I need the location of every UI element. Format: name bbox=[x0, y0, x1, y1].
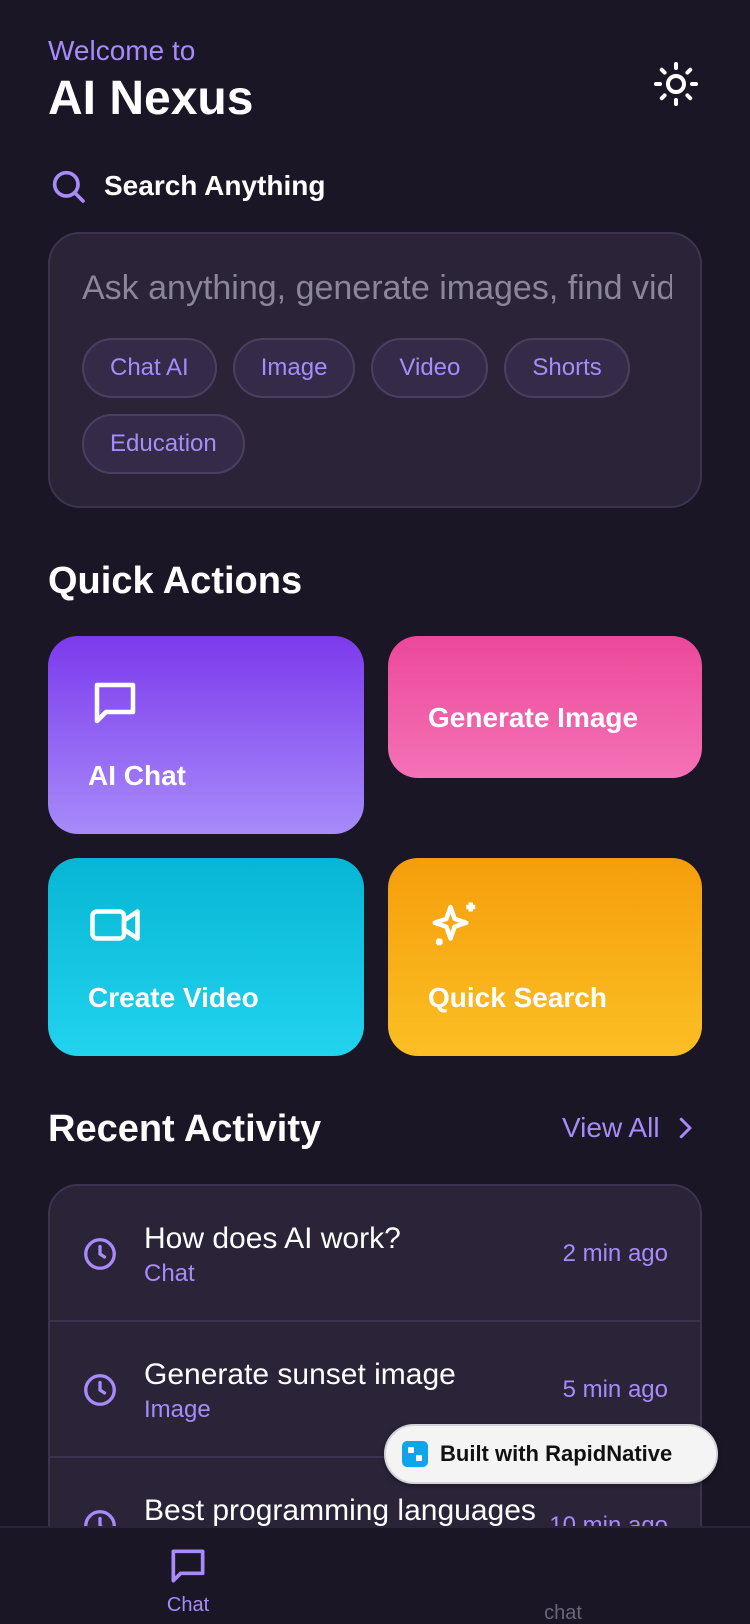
header: Welcome to AI Nexus bbox=[48, 34, 253, 128]
chip-education[interactable]: Education bbox=[82, 414, 245, 474]
chip-chat-ai[interactable]: Chat AI bbox=[82, 338, 217, 398]
activity-type: Image bbox=[144, 1396, 211, 1423]
message-square-icon bbox=[171, 1549, 205, 1583]
activity-item[interactable]: How does AI work? Chat 2 min ago bbox=[50, 1186, 700, 1322]
create-video-label: Create Video bbox=[88, 982, 259, 1013]
activity-type: Chat bbox=[144, 1260, 195, 1287]
nav-tab-label: Chat bbox=[166, 1594, 210, 1616]
bottom-nav: Chat chat bbox=[0, 1526, 750, 1624]
quick-actions-title: Quick Actions bbox=[48, 560, 303, 602]
view-all-label: View All bbox=[562, 1112, 660, 1143]
sun-icon bbox=[654, 62, 698, 106]
create-video-button[interactable]: Create Video bbox=[48, 858, 364, 1056]
search-section-title: Search Anything bbox=[104, 170, 326, 201]
video-icon bbox=[90, 909, 140, 941]
sparkles-icon bbox=[432, 902, 476, 946]
recent-activity-title: Recent Activity bbox=[48, 1108, 322, 1150]
activity-title: Best programming languages bbox=[144, 1494, 536, 1527]
activity-title: How does AI work? bbox=[144, 1222, 401, 1255]
search-card: Chat AI Image Video Shorts Education bbox=[48, 232, 702, 508]
welcome-text: Welcome to bbox=[48, 35, 196, 66]
activity-time: 5 min ago bbox=[562, 1376, 668, 1403]
generate-image-button[interactable]: Generate Image bbox=[388, 636, 702, 778]
nav-tab-chat-secondary[interactable]: chat bbox=[536, 1602, 590, 1624]
generate-image-label: Generate Image bbox=[428, 702, 639, 733]
chip-video[interactable]: Video bbox=[371, 338, 489, 398]
view-all-link[interactable]: View All bbox=[562, 1112, 700, 1144]
quick-search-label: Quick Search bbox=[428, 982, 607, 1013]
activity-title: Generate sunset image bbox=[144, 1358, 456, 1391]
search-icon bbox=[52, 170, 85, 203]
search-section-header: Search Anything bbox=[48, 166, 325, 206]
clock-icon bbox=[84, 1374, 116, 1406]
activity-time: 2 min ago bbox=[562, 1240, 668, 1267]
built-with-badge[interactable]: Built with RapidNative bbox=[384, 1424, 718, 1484]
app-title: AI Nexus bbox=[48, 72, 254, 125]
search-chips: Chat AI Image Video Shorts Education bbox=[82, 338, 682, 474]
chip-shorts[interactable]: Shorts bbox=[504, 338, 630, 398]
ai-chat-button[interactable]: AI Chat bbox=[48, 636, 364, 834]
badge-text: Built with RapidNative bbox=[440, 1441, 673, 1466]
theme-toggle-button[interactable] bbox=[652, 60, 700, 108]
chevron-right-icon bbox=[679, 1117, 692, 1139]
rapidnative-logo-icon bbox=[402, 1441, 428, 1467]
ai-chat-label: AI Chat bbox=[88, 760, 186, 791]
nav-tab-label: chat bbox=[544, 1602, 582, 1624]
chip-image[interactable]: Image bbox=[232, 338, 356, 398]
search-input[interactable] bbox=[82, 264, 672, 312]
clock-icon bbox=[84, 1238, 116, 1270]
quick-search-button[interactable]: Quick Search bbox=[388, 858, 702, 1056]
nav-tab-chat[interactable]: Chat bbox=[158, 1544, 218, 1617]
message-square-icon bbox=[94, 682, 136, 724]
